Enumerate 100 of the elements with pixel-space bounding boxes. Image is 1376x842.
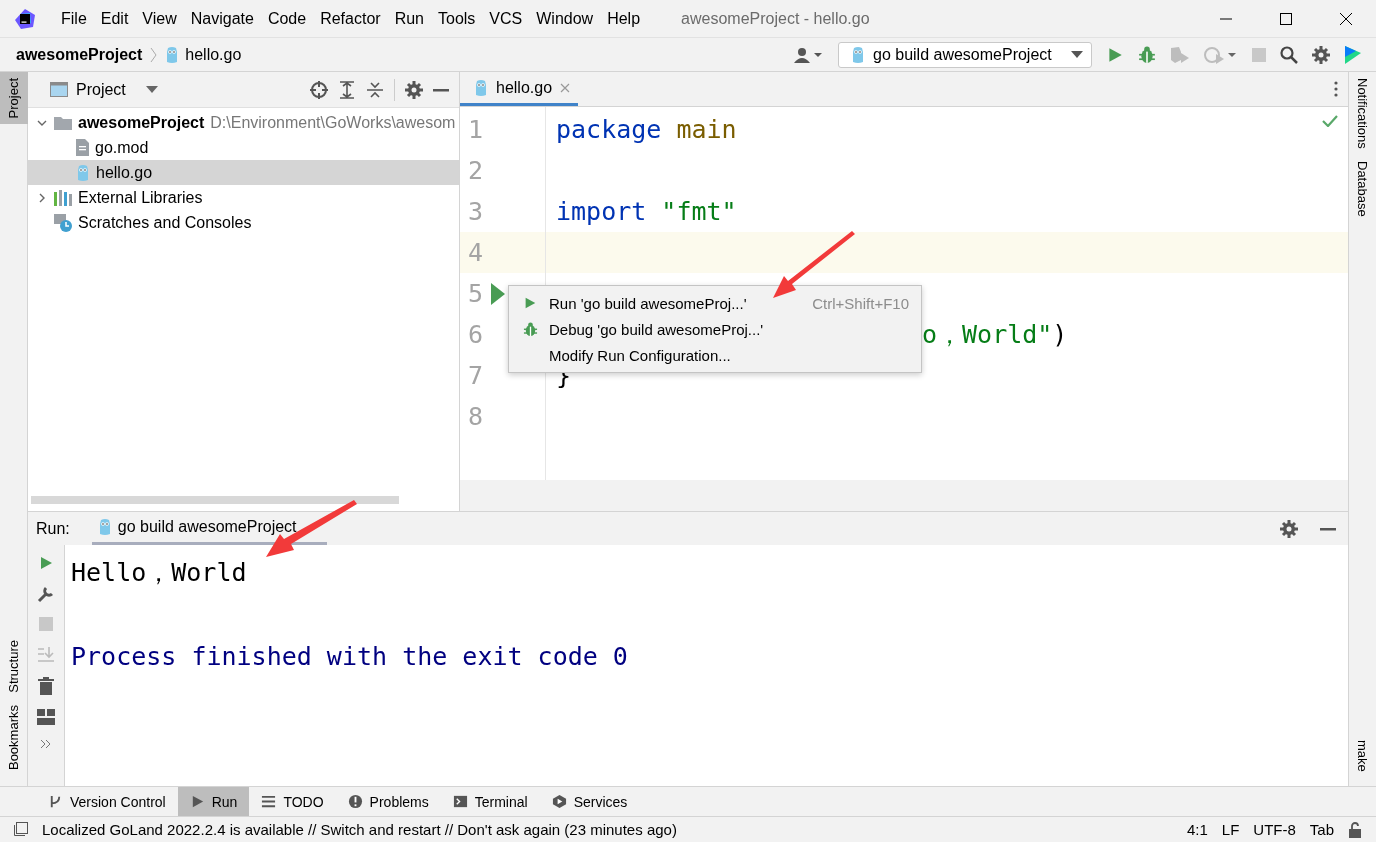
menu-item[interactable]: VCS <box>482 9 530 28</box>
popup-item[interactable]: Run 'go build awesomeProj...' Ctrl+Shift+F10 <box>509 290 921 316</box>
wrench-icon[interactable] <box>37 585 55 603</box>
line-number: 3 <box>468 197 484 226</box>
tree-label: hello.go <box>96 163 153 182</box>
popup-item[interactable]: Modify Run Configuration... <box>509 342 921 368</box>
gopher-icon <box>165 45 180 64</box>
code-line: o，World") <box>922 319 1068 351</box>
menu-item[interactable]: Help <box>600 9 648 28</box>
tree-item[interactable]: go.mod <box>28 135 459 160</box>
tool-window-tab[interactable]: TODO <box>249 787 336 816</box>
terminal-icon <box>452 794 468 809</box>
branch-icon <box>48 794 63 809</box>
run-gutter-icon[interactable] <box>491 282 506 305</box>
menu-item[interactable]: Navigate <box>183 9 261 28</box>
run-icon <box>523 296 537 310</box>
expand-all-icon[interactable] <box>338 80 356 99</box>
services-icon <box>551 794 567 809</box>
tool-window-tab[interactable]: Version Control <box>36 787 178 816</box>
tool-window-tab[interactable]: Problems <box>335 787 441 816</box>
run-configuration-dropdown[interactable]: go build awesomeProject <box>838 41 1092 68</box>
tool-window-button[interactable]: Bookmarks <box>0 698 28 776</box>
locate-icon[interactable] <box>310 80 328 99</box>
trash-icon[interactable] <box>38 677 54 695</box>
panel-label: Run: <box>36 519 70 538</box>
tool-window-tab[interactable]: Run <box>177 787 250 816</box>
tree-label: Scratches and Consoles <box>78 213 252 232</box>
list-icon <box>261 794 277 809</box>
toolbox-logo-icon[interactable] <box>1344 44 1362 65</box>
line-number: 8 <box>468 402 484 431</box>
line-number: 5 <box>468 279 484 308</box>
app-logo <box>14 7 36 30</box>
gopher-icon <box>97 518 112 536</box>
user-icon[interactable] <box>794 46 824 63</box>
menu-item[interactable]: View <box>135 9 184 28</box>
libraries-icon <box>54 189 72 206</box>
layout-icon[interactable] <box>37 709 55 725</box>
status-item[interactable]: Tab <box>1309 821 1334 838</box>
maximize-icon[interactable] <box>1279 11 1293 26</box>
settings-icon[interactable] <box>405 80 423 99</box>
menu-item[interactable]: Run <box>387 9 431 28</box>
settings-icon[interactable] <box>1312 45 1330 64</box>
check-icon <box>1322 115 1338 127</box>
line-number: 7 <box>468 361 484 390</box>
menu-item[interactable]: Code <box>260 9 314 28</box>
horizontal-scrollbar[interactable] <box>31 496 399 504</box>
console-output: Hello，World <box>71 556 247 589</box>
folder-icon <box>54 115 72 130</box>
caret-icon <box>145 85 158 94</box>
status-message[interactable]: Localized GoLand 2022.2.4 is available // Switch and restart // Don't ask again (23 minutes ago) <box>42 821 1173 838</box>
file-icon <box>76 139 89 156</box>
collapse-all-icon[interactable] <box>366 80 384 99</box>
tree-item[interactable]: awesomeProject D:\Environment\GoWorks\awesom <box>28 110 459 135</box>
tool-window-button[interactable]: make <box>1348 734 1376 778</box>
status-item[interactable]: UTF-8 <box>1253 821 1296 838</box>
tree-label: awesomeProject <box>78 113 205 132</box>
bug-icon <box>523 321 538 337</box>
status-item[interactable]: LF <box>1221 821 1240 838</box>
tool-window-button[interactable]: Structure <box>0 634 28 699</box>
status-item[interactable]: 4:1 <box>1186 821 1208 838</box>
tree-item[interactable]: Scratches and Consoles <box>28 210 459 235</box>
lock-icon[interactable] <box>1348 821 1362 838</box>
tool-window-button[interactable]: Notifications <box>1348 72 1376 155</box>
line-number: 4 <box>468 238 484 267</box>
console-output: Process finished with the exit code 0 <box>71 641 628 671</box>
hide-icon[interactable] <box>1320 526 1336 531</box>
breadcrumb[interactable]: hello.go <box>185 45 242 64</box>
menu-item[interactable]: Tools <box>431 9 483 28</box>
popup-item[interactable]: Debug 'go build awesomeProj...' <box>509 316 921 342</box>
hide-icon[interactable] <box>433 87 449 92</box>
chevron-right-icon <box>150 46 158 63</box>
tool-window-tab[interactable]: Terminal <box>440 787 540 816</box>
menu-item[interactable]: Window <box>529 9 601 28</box>
caret-icon <box>1071 50 1083 59</box>
more-icon[interactable] <box>40 739 52 749</box>
window-icon[interactable] <box>12 821 28 838</box>
tree-item[interactable]: External Libraries <box>28 185 459 210</box>
line-number: 1 <box>468 115 484 144</box>
tool-window-button[interactable]: Database <box>1348 154 1376 223</box>
search-icon[interactable] <box>1280 45 1298 64</box>
menu-item[interactable]: Edit <box>93 9 136 28</box>
scratches-icon <box>54 213 72 232</box>
code-line: import "fmt" <box>556 197 737 226</box>
breadcrumb[interactable]: awesomeProject <box>16 45 143 64</box>
menu-item[interactable]: File <box>54 9 94 28</box>
close-icon[interactable] <box>1339 11 1353 26</box>
more-icon[interactable] <box>1334 81 1338 97</box>
code-line: package main <box>556 115 737 144</box>
warning-icon <box>347 794 363 809</box>
settings-icon[interactable] <box>1280 519 1298 538</box>
window-title: awesomeProject - hello.go <box>681 9 871 28</box>
tool-window-tab[interactable]: Services <box>539 787 640 816</box>
path-label: D:\Environment\GoWorks\awesom <box>210 113 456 132</box>
project-view-dropdown[interactable]: Project <box>44 79 164 100</box>
gopher-icon <box>474 78 488 97</box>
panel-icon <box>50 82 68 97</box>
menu-item[interactable]: Refactor <box>313 9 388 28</box>
tree-item[interactable]: hello.go <box>28 160 459 185</box>
tool-window-button[interactable]: Project <box>0 72 28 125</box>
line-number: 6 <box>468 320 484 349</box>
